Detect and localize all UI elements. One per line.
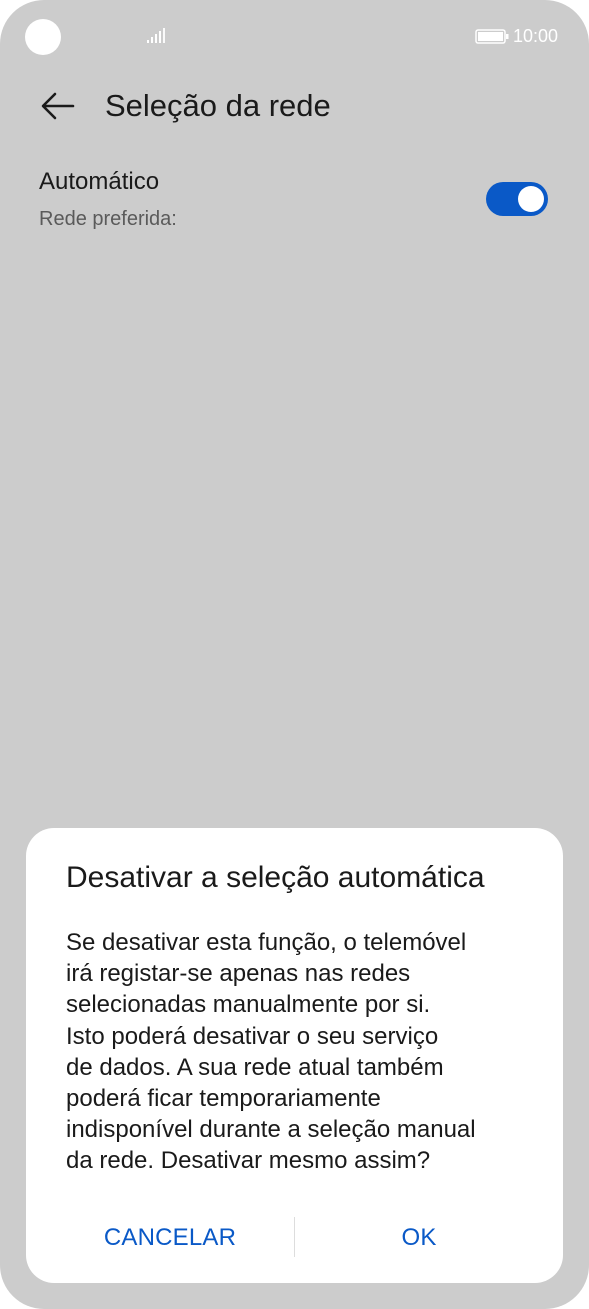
status-bar: 10:00: [0, 0, 589, 72]
status-time: 10:00: [513, 26, 559, 46]
dialog-actions: CANCELAR OK: [26, 1208, 563, 1268]
dialog-message: Se desativar esta função, o telemóvel ir…: [66, 929, 476, 1175]
battery-icon: [475, 29, 509, 44]
setting-subtitle: Rede preferida:: [39, 208, 177, 230]
cancel-button[interactable]: CANCELAR: [36, 1208, 304, 1268]
dialog-title: Desativar a seleção automática: [66, 861, 485, 894]
page-title: Seleção da rede: [105, 88, 331, 123]
automatic-setting-row[interactable]: Automático Rede preferida:: [0, 158, 589, 248]
disable-automatic-dialog: Desativar a seleção automática Se desati…: [26, 828, 563, 1283]
toggle-knob: [518, 186, 544, 212]
ok-button[interactable]: OK: [294, 1208, 544, 1268]
automatic-toggle[interactable]: [486, 182, 548, 216]
phone-screen: 10:00 Seleção da rede Automático Rede pr…: [0, 0, 589, 1309]
camera-cutout: [25, 19, 61, 55]
arrow-left-icon: [41, 92, 75, 120]
back-button[interactable]: [32, 82, 84, 130]
signal-icon: [147, 28, 165, 43]
setting-title: Automático: [39, 168, 160, 195]
